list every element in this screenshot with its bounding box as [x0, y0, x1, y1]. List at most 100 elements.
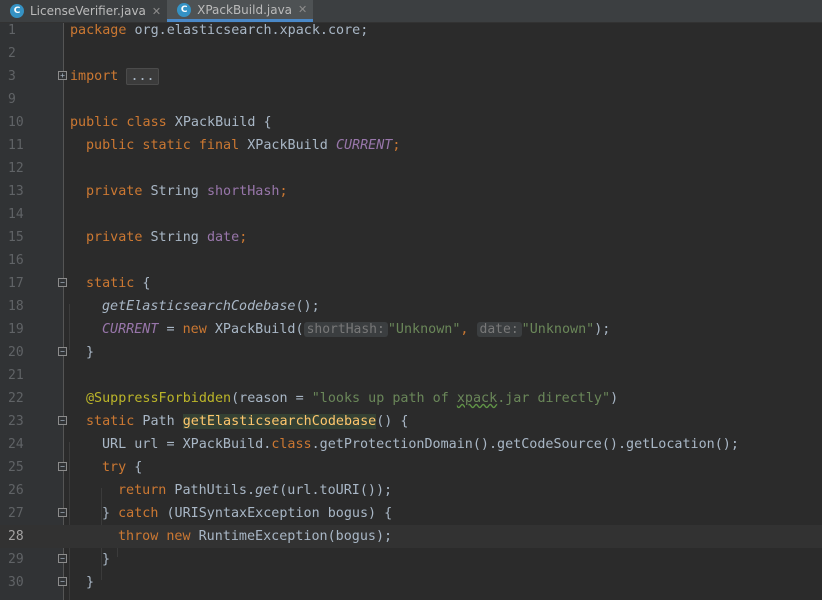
fold-marker-icon[interactable]: − [58, 508, 67, 517]
code-token: () { [376, 414, 409, 429]
code-editor[interactable]: 1 package org.elasticsearch.xpack.core; … [0, 23, 822, 600]
line-number: 18 [8, 299, 24, 314]
line-number: 14 [8, 207, 24, 222]
fold-marker-icon[interactable]: + [58, 71, 67, 80]
code-line: 20 − } [0, 341, 822, 364]
line-number: 15 [8, 230, 24, 245]
code-text: getElasticsearchCodebase(); [102, 295, 320, 318]
semicolon: ; [279, 184, 288, 199]
code-text: static { [86, 272, 151, 295]
code-text: public class XPackBuild { [70, 111, 272, 134]
code-text: public static final XPackBuild CURRENT; [86, 134, 400, 157]
keyword: static [86, 276, 135, 291]
keyword: private [86, 184, 143, 199]
keyword: package [70, 23, 127, 38]
static-field: CURRENT [335, 138, 393, 153]
code-text: @SuppressForbidden(reason = "looks up pa… [86, 387, 618, 410]
code-text: import ... [70, 65, 159, 88]
spellcheck-word: xpack [456, 391, 498, 406]
code-line: 25 − try { [0, 456, 822, 479]
code-line: 13 private String shortHash; [0, 180, 822, 203]
folded-imports[interactable]: ... [126, 68, 159, 85]
string-literal: "Unknown" [521, 322, 595, 337]
type-name: String [142, 230, 207, 245]
code-token: ) [610, 391, 619, 406]
fold-marker-icon[interactable]: − [58, 577, 67, 586]
code-token: ); [594, 322, 611, 337]
line-number: 10 [8, 115, 24, 130]
code-token: } [86, 575, 95, 590]
line-number: 25 [8, 460, 24, 475]
keyword: return [118, 483, 167, 498]
type-name: Path [134, 414, 183, 429]
code-text: return PathUtils.get(url.toURI()); [118, 479, 392, 502]
method-call: get [255, 483, 280, 498]
code-line: 9 [0, 88, 822, 111]
code-line: 17 − static { [0, 272, 822, 295]
keyword: catch [118, 506, 159, 521]
fold-marker-icon[interactable]: − [58, 416, 67, 425]
field-name: date [206, 230, 240, 245]
static-field: CURRENT [102, 322, 159, 337]
code-token: { [126, 460, 143, 475]
code-line: 27 − } catch (URISyntaxException bogus) … [0, 502, 822, 525]
code-token: RuntimeException(bogus); [190, 529, 393, 544]
comma: , [460, 322, 477, 337]
fold-marker-icon[interactable]: − [58, 278, 67, 287]
code-line: 29 − } [0, 548, 822, 571]
code-token: (); [295, 299, 320, 314]
code-line: 3 + import ... [0, 65, 822, 88]
string-literal: .jar directly" [497, 391, 611, 406]
keyword: import [70, 69, 119, 84]
code-line: 24 URL url = XPackBuild.class.getProtect… [0, 433, 822, 456]
line-number: 28 [8, 529, 24, 544]
close-icon[interactable]: ✕ [152, 5, 161, 18]
fold-marker-icon[interactable]: − [58, 554, 67, 563]
line-number: 26 [8, 483, 24, 498]
code-line: 1 package org.elasticsearch.xpack.core; [0, 19, 822, 42]
line-number: 11 [8, 138, 24, 153]
code-text: throw new RuntimeException(bogus); [118, 525, 392, 548]
keyword: throw [118, 529, 159, 544]
code-line: 11 public static final XPackBuild CURREN… [0, 134, 822, 157]
code-text: try { [102, 456, 142, 479]
code-token: PathUtils. [166, 483, 256, 498]
code-line: 21 [0, 364, 822, 387]
current-code-line: 28 throw new RuntimeException(bogus); [0, 525, 822, 548]
semicolon: ; [239, 230, 248, 245]
line-number: 9 [8, 92, 16, 107]
tab-label: LicenseVerifier.java [30, 4, 146, 18]
keyword: try [102, 460, 127, 475]
code-text: } [86, 571, 94, 594]
code-line: 23 − static Path getElasticsearchCodebas… [0, 410, 822, 433]
code-text: CURRENT = new XPackBuild(shortHash: "Unkn… [102, 318, 610, 341]
code-token: (URISyntaxException bogus) { [158, 506, 393, 521]
keyword: public class [70, 115, 167, 130]
method-declaration: getElasticsearchCodebase [182, 414, 377, 429]
close-icon[interactable]: ✕ [298, 3, 307, 16]
line-number: 22 [8, 391, 24, 406]
keyword: public static final [86, 138, 240, 153]
line-number: 12 [8, 161, 24, 176]
line-number: 16 [8, 253, 24, 268]
code-token: } [86, 345, 95, 360]
code-line: 12 [0, 157, 822, 180]
type-name: XPackBuild [239, 138, 336, 153]
line-number: 27 [8, 506, 24, 521]
keyword: new [166, 529, 191, 544]
fold-marker-icon[interactable]: − [58, 462, 67, 471]
code-line: 15 private String date; [0, 226, 822, 249]
code-line: 16 [0, 249, 822, 272]
line-number: 24 [8, 437, 24, 452]
fold-marker-icon[interactable]: − [58, 347, 67, 356]
java-class-icon: C [177, 2, 192, 17]
string-literal: "looks up path of [311, 391, 457, 406]
code-token: = [158, 322, 183, 337]
code-text: URL url = XPackBuild.class.getProtection… [102, 433, 739, 456]
code-line: 22 @SuppressForbidden(reason = "looks up… [0, 387, 822, 410]
line-number: 29 [8, 552, 24, 567]
parameter-hint: date: [476, 322, 522, 337]
string-literal: "Unknown" [387, 322, 461, 337]
code-token: { [255, 115, 272, 130]
keyword: private [86, 230, 143, 245]
